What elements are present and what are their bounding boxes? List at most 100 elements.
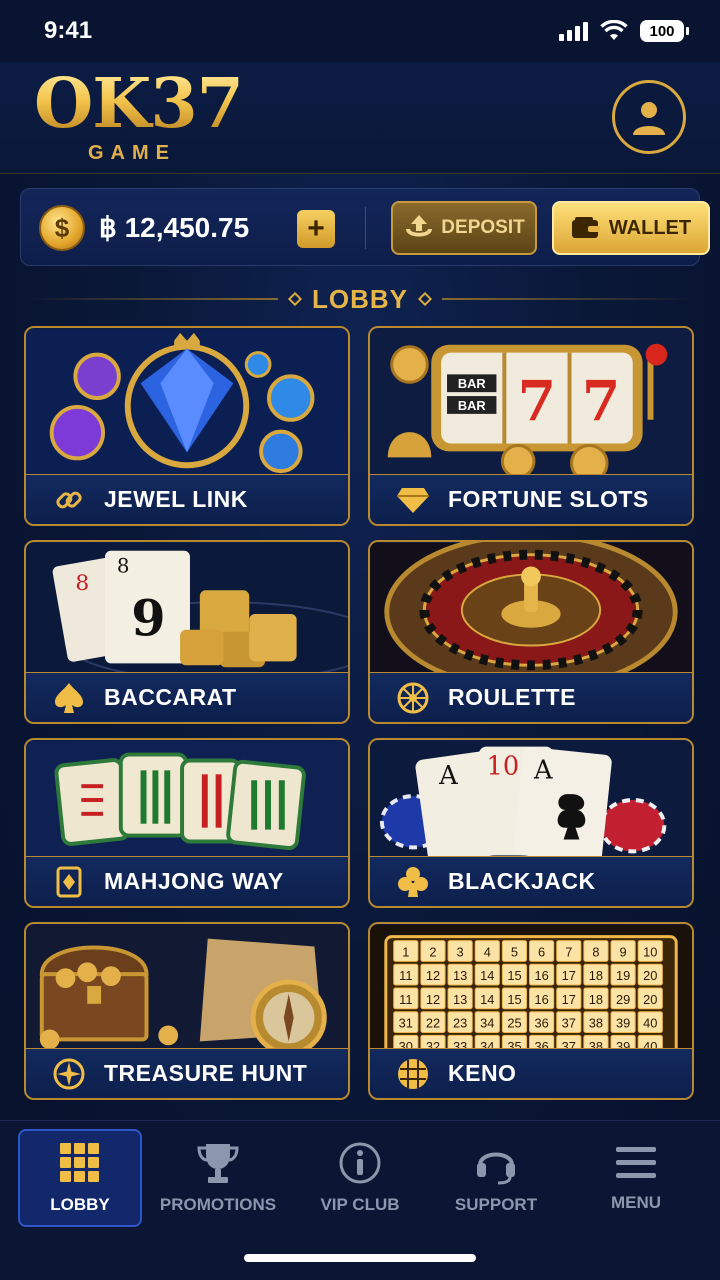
keno-number: 12 <box>426 968 440 983</box>
user-icon <box>633 102 665 135</box>
deposit-icon <box>406 215 433 237</box>
trophy-icon <box>197 1144 239 1183</box>
headset-icon <box>477 1152 515 1185</box>
keno-number: 4 <box>484 944 491 959</box>
game-name: BACCARAT <box>104 684 237 710</box>
jewel-art <box>26 328 348 478</box>
keno-number: 10 <box>643 944 657 959</box>
deposit-button[interactable]: DEPOSIT <box>391 201 537 255</box>
keno-number: 18 <box>589 968 603 983</box>
keno-number: 20 <box>643 968 657 983</box>
nav-promotions[interactable]: PROMOTIONS <box>156 1129 280 1227</box>
keno-number: 20 <box>643 992 657 1007</box>
roulette-art <box>370 542 692 676</box>
card-rank-text: 8 <box>117 554 130 577</box>
keno-number: 39 <box>616 1016 630 1031</box>
info-icon <box>339 1142 381 1184</box>
profile-button[interactable] <box>612 80 686 154</box>
keno-number: 3 <box>457 944 464 959</box>
nav-menu[interactable]: MENU <box>574 1129 698 1227</box>
deposit-label: DEPOSIT <box>441 217 525 238</box>
bottom-nav: LOBBY PROMOTIONS VIP CLUB SUPPORT MENU <box>0 1120 720 1280</box>
logo-subtitle: GAME <box>88 142 176 164</box>
keno-number: 29 <box>616 992 630 1007</box>
game-card-roulette[interactable]: ROULETTE <box>368 540 694 724</box>
game-name: KENO <box>448 1060 517 1086</box>
status-icons: 100 <box>559 20 689 42</box>
nav-lobby[interactable]: LOBBY <box>18 1129 142 1227</box>
coin-icon: $ <box>39 205 85 251</box>
nav-label: SUPPORT <box>454 1195 538 1214</box>
spade-icon <box>52 681 86 715</box>
game-label-bar: KENO <box>370 1048 692 1098</box>
game-card-treasure-hunt[interactable]: TREASURE HUNT <box>24 922 350 1100</box>
wifi-icon <box>600 20 628 40</box>
keno-number: 23 <box>453 1016 467 1031</box>
balance-bar: $ ฿ 12,450.75 + DEPOSIT WALLET <box>20 188 710 266</box>
game-card-baccarat[interactable]: 8 8 9 BACCARAT <box>24 540 350 724</box>
game-card-mahjong-way[interactable]: MAHJONG WAY <box>24 738 350 908</box>
keno-number: 19 <box>616 968 630 983</box>
game-name: MAHJONG WAY <box>104 868 284 894</box>
game-card-jewel-link[interactable]: JEWEL LINK <box>24 326 350 526</box>
keno-number: 37 <box>562 1016 576 1031</box>
card-rank-text: 9 <box>131 590 165 648</box>
keno-number: 25 <box>507 1016 521 1031</box>
keno-number: 7 <box>565 944 572 959</box>
keno-number: 5 <box>511 944 518 959</box>
nav-support[interactable]: SUPPORT <box>434 1129 558 1227</box>
status-bar: 9:41 100 <box>0 0 720 62</box>
keno-number: 11 <box>399 992 412 1007</box>
add-funds-button[interactable]: + <box>297 210 335 248</box>
grid-icon <box>60 1143 99 1182</box>
keno-number: 40 <box>643 1016 657 1031</box>
treasure-art <box>26 924 348 1052</box>
keno-number: 11 <box>399 968 412 983</box>
game-card-keno[interactable]: 1 2 3 4 5 6 7 8 9 10 11 12 13 14 15 16 17 18 19 20 11 12 13 14 1… <box>368 922 694 1100</box>
slot-seven-text: 7 <box>518 369 556 434</box>
keno-number: 15 <box>507 992 521 1007</box>
wallet-label: WALLET <box>608 216 692 239</box>
keno-number: 13 <box>453 968 467 983</box>
wallet-button[interactable]: WALLET <box>552 201 710 255</box>
keno-number: 15 <box>507 968 521 983</box>
diamond-icon <box>396 483 430 517</box>
balance-amount: ฿ 12,450.75 <box>99 212 250 243</box>
keno-number: 1 <box>402 944 409 959</box>
game-label-bar: FORTUNE SLOTS <box>370 474 692 524</box>
battery-icon: 100 <box>640 20 689 42</box>
nav-label: MENU <box>610 1193 662 1212</box>
game-card-fortune-slots[interactable]: BAR BAR 7 7 FORTUNE SLOTS <box>368 326 694 526</box>
signal-icon <box>559 21 588 41</box>
keno-number: 16 <box>534 968 548 983</box>
keno-number: 31 <box>399 1016 413 1031</box>
baccarat-art: 8 8 9 <box>26 542 348 676</box>
keno-number: 8 <box>592 944 599 959</box>
game-name: JEWEL LINK <box>104 486 248 512</box>
logo-title: OK37 <box>34 64 244 144</box>
card-rank-text: 10 <box>487 751 520 781</box>
ornament-icon <box>417 291 433 307</box>
link-icon <box>52 483 86 517</box>
mahjong-art <box>26 740 348 860</box>
slot-bar-text: BAR <box>458 398 486 413</box>
card-rank-text: A <box>533 755 553 785</box>
game-name: BLACKJACK <box>448 868 596 894</box>
game-label-bar: TREASURE HUNT <box>26 1048 348 1098</box>
mahjong-tile-icon <box>52 865 86 899</box>
grid-ball-icon <box>396 1057 430 1091</box>
battery-level: 100 <box>649 22 675 40</box>
game-name: FORTUNE SLOTS <box>448 486 649 512</box>
game-name: ROULETTE <box>448 684 576 710</box>
nav-vip-club[interactable]: VIP CLUB <box>298 1129 422 1227</box>
game-card-blackjack[interactable]: A 10 A BLACKJACK <box>368 738 694 908</box>
card-rank-text: 8 <box>75 571 89 596</box>
slot-seven-text: 7 <box>582 369 620 434</box>
home-indicator <box>244 1254 476 1262</box>
lobby-title: LOBBY <box>312 283 408 314</box>
nav-label: LOBBY <box>50 1195 110 1214</box>
slot-bar-text: BAR <box>458 376 486 391</box>
keno-number: 6 <box>538 944 545 959</box>
keno-number: 12 <box>426 992 440 1007</box>
wallet-icon <box>571 217 600 238</box>
